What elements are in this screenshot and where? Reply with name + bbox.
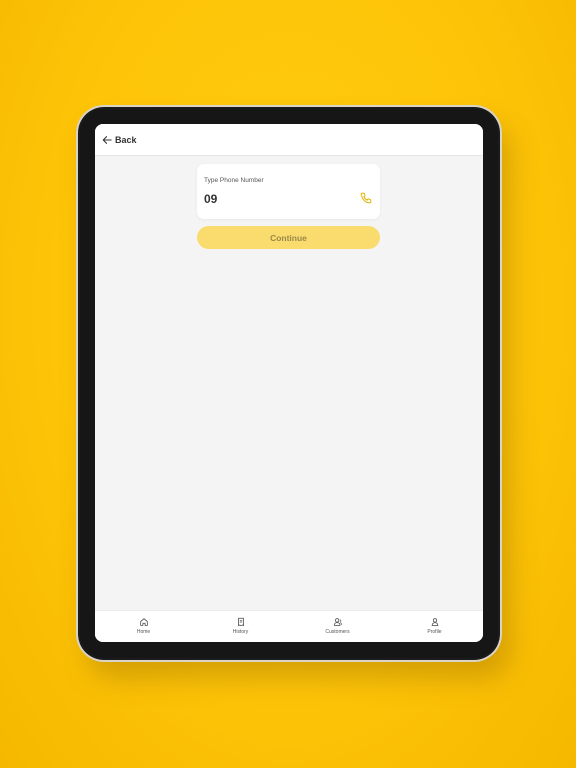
phone-number-input[interactable] (204, 191, 344, 207)
phone-number-label: Type Phone Number (204, 177, 264, 184)
nav-item-home[interactable]: Home (95, 611, 192, 642)
bottom-navigation: Home History Customers Profile (95, 610, 483, 642)
profile-icon (431, 618, 438, 626)
home-icon (139, 618, 148, 626)
back-label: Back (115, 135, 137, 145)
phone-icon[interactable] (359, 191, 374, 206)
nav-item-profile[interactable]: Profile (386, 611, 483, 642)
continue-button[interactable]: Continue (197, 226, 380, 249)
customers-icon (333, 618, 342, 626)
arrow-left-icon (102, 136, 112, 144)
receipt-icon (237, 617, 244, 627)
back-button[interactable]: Back (102, 133, 137, 147)
top-bar: Back (95, 124, 483, 156)
nav-label-profile: Profile (427, 629, 442, 635)
nav-label-history: History (232, 629, 249, 635)
nav-item-customers[interactable]: Customers (289, 611, 386, 642)
nav-item-history[interactable]: History (192, 611, 289, 642)
nav-label-customers: Customers (325, 629, 350, 635)
app-screen: Back Type Phone Number Continue Home His… (95, 124, 483, 642)
nav-label-home: Home (136, 629, 151, 635)
phone-number-card: Type Phone Number (197, 164, 380, 219)
